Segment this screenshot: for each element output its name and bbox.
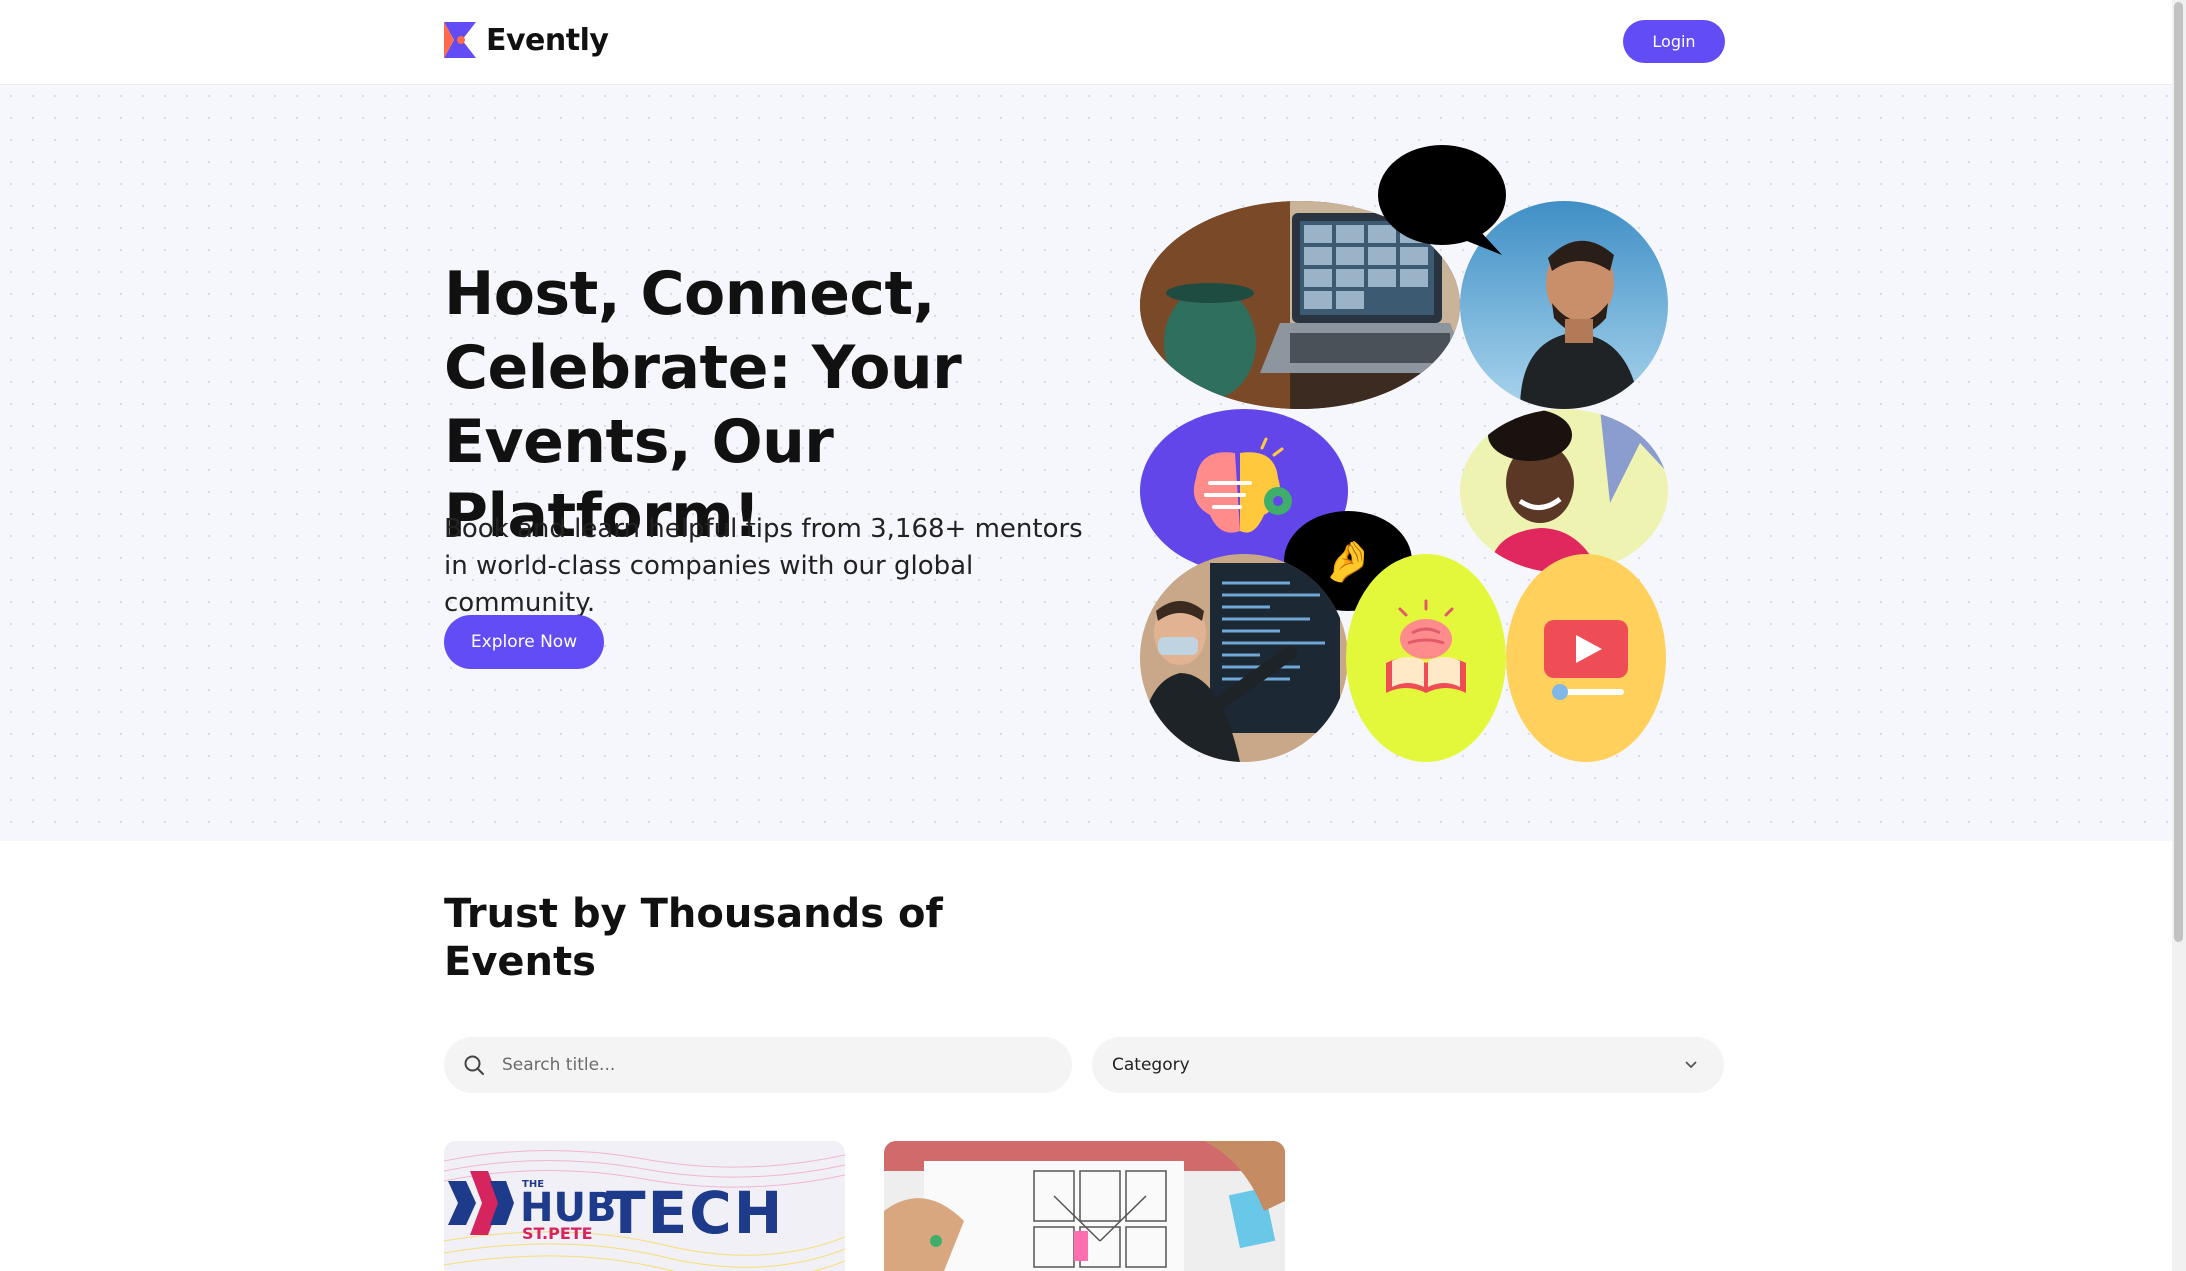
chevron-down-icon: [1685, 1061, 1697, 1069]
smiling-woman-photo: [1460, 409, 1668, 573]
top-navbar: Evently Login: [0, 0, 2172, 85]
video-player-tile: [1506, 554, 1666, 762]
evently-logo-icon: [444, 22, 476, 58]
laughing-man-photo: [1460, 201, 1668, 409]
heart-eyes-emoji: 😍: [1421, 173, 1463, 219]
events-section-title: Trust by Thousands of Events: [444, 891, 943, 985]
login-button[interactable]: Login: [1623, 20, 1725, 63]
scrollbar-thumb[interactable]: [2174, 2, 2183, 942]
hero-section: Host, Connect, Celebrate: Your Events, O…: [0, 85, 2172, 841]
wireframe-sketching-image: [884, 1141, 1285, 1271]
explore-now-button[interactable]: Explore Now: [444, 615, 604, 669]
hero-title: Host, Connect, Celebrate: Your Events, O…: [444, 259, 962, 551]
category-select[interactable]: Category: [1092, 1037, 1724, 1093]
page-scrollbar[interactable]: [2172, 0, 2186, 1271]
brand-name: Evently: [486, 22, 609, 58]
hero-collage: 😍 🤌: [1140, 145, 1668, 762]
event-card[interactable]: [884, 1141, 1285, 1271]
search-input[interactable]: [500, 1054, 1064, 1076]
pinched-fingers-emoji: 🤌: [1323, 539, 1373, 585]
hub-logo-sub: ST.PETE: [522, 1224, 593, 1243]
brand-logo[interactable]: Evently: [444, 22, 609, 58]
search-field[interactable]: [444, 1037, 1072, 1093]
search-icon: [464, 1055, 484, 1075]
event-card[interactable]: THE HUB ST.PETE TECH: [444, 1141, 845, 1271]
presenter-photo: [1140, 554, 1348, 762]
hero-subtitle: Book and learn helpful tips from 3,168+ …: [444, 514, 1083, 618]
tech-word: TECH: [606, 1179, 784, 1247]
category-selected-value: Category: [1112, 1055, 1190, 1075]
hub-tech-event-image: THE HUB ST.PETE TECH: [444, 1141, 845, 1271]
brain-book-tile: [1346, 554, 1506, 762]
